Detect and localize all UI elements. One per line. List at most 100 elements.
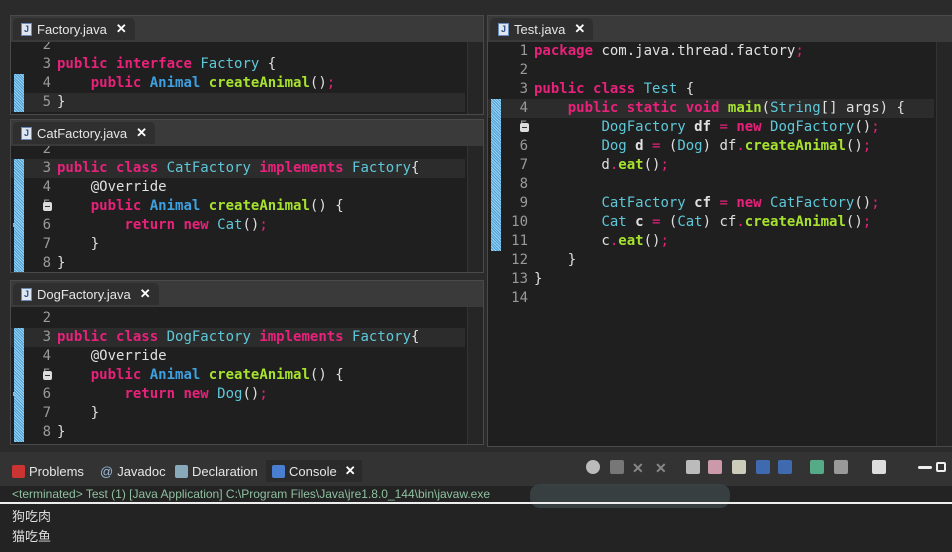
show-on-stderr-icon[interactable]	[778, 460, 792, 474]
code-line: 7 d.eat();	[488, 156, 934, 175]
code-token: ()	[643, 233, 661, 249]
code-token: CatFactory	[601, 195, 695, 211]
code-token: public	[534, 81, 594, 97]
code-token: Dog	[601, 138, 636, 154]
code-token: }	[534, 252, 577, 268]
vertical-scrollbar[interactable]	[936, 42, 952, 446]
line-number: 4	[42, 75, 51, 91]
code-token: .	[736, 214, 745, 230]
tab-test-java[interactable]: J Test.java ✕	[490, 18, 594, 40]
code-line: 5 DogFactory df = new DogFactory();	[488, 118, 934, 137]
code-token: CatFactory	[166, 160, 260, 176]
reload-icon[interactable]	[586, 460, 600, 474]
code-line: 7 }	[11, 235, 465, 254]
line-number: 14	[511, 290, 528, 306]
code-token: ) cf	[702, 214, 737, 230]
code-line: 5 public Animal createAnimal() {	[11, 366, 465, 385]
code-line: 8	[488, 175, 934, 194]
line-number: 3	[519, 81, 528, 97]
code-token: public	[57, 56, 117, 72]
maximize-icon[interactable]	[936, 462, 946, 472]
pin-console-icon[interactable]	[810, 460, 824, 474]
code-line: 8}	[11, 423, 465, 442]
close-icon[interactable]: ✕	[345, 463, 356, 479]
code-token: ;	[862, 138, 872, 154]
code-token: ()	[242, 217, 260, 233]
tab-dogfactory-java[interactable]: J DogFactory.java ✕	[13, 283, 159, 305]
tab-javadoc[interactable]: @ Javadoc	[100, 460, 166, 482]
code-text: Cat c = (Cat) cf.createAnimal();	[534, 213, 871, 232]
code-area[interactable]: 2 3 public class CatFactory implements Fac…	[11, 146, 483, 272]
new-console-icon[interactable]	[872, 460, 886, 474]
line-number: 7	[42, 236, 51, 252]
word-wrap-icon[interactable]	[732, 460, 746, 474]
console-icon	[272, 464, 285, 478]
close-icon[interactable]: ✕	[136, 125, 147, 141]
collapse-icon[interactable]	[43, 202, 52, 211]
code-token: public	[57, 160, 117, 176]
change-ruler	[14, 328, 24, 442]
code-token: Animal	[149, 198, 209, 214]
code-text: public Animal createAnimal() {	[57, 197, 344, 216]
redacted-area	[530, 484, 730, 508]
tab-factory-java[interactable]: J Factory.java ✕	[13, 18, 135, 40]
code-token: =	[652, 138, 669, 154]
code-token: ) df	[702, 138, 737, 154]
code-token: class	[593, 81, 644, 97]
close-icon[interactable]: ✕	[116, 21, 127, 37]
code-token: createAnimal	[208, 75, 310, 91]
close-icon[interactable]: ✕	[574, 21, 585, 37]
code-text: d.eat();	[534, 156, 668, 175]
line-number: 10	[511, 214, 528, 230]
code-token: Dog	[677, 138, 703, 154]
code-token: createAnimal	[744, 138, 846, 154]
line-number: 12	[511, 252, 528, 268]
remove-launch-icon[interactable]: ✕	[632, 460, 646, 476]
tab-label: Factory.java	[37, 21, 107, 37]
code-text: CatFactory cf = new CatFactory();	[534, 194, 879, 213]
code-token: ;	[862, 214, 872, 230]
clear-console-icon[interactable]	[686, 460, 700, 474]
show-on-stdout-icon[interactable]	[756, 460, 770, 474]
code-line: 13}	[488, 270, 934, 289]
code-text: public class DogFactory implements Facto…	[57, 328, 419, 347]
code-token: Factory	[352, 160, 412, 176]
code-token: ()	[309, 75, 327, 91]
close-icon[interactable]: ✕	[140, 286, 151, 302]
vertical-scrollbar[interactable]	[467, 146, 483, 272]
code-line: 10 Cat c = (Cat) cf.createAnimal();	[488, 213, 934, 232]
code-token: Dog	[217, 386, 243, 402]
collapse-icon[interactable]	[43, 371, 52, 380]
tab-declaration[interactable]: Declaration	[175, 460, 258, 482]
vertical-scrollbar[interactable]	[467, 307, 483, 444]
code-area[interactable]: 1 package com.java.thread.factory; 2 3 publi…	[488, 42, 952, 446]
editor-test: J Test.java ✕ 1 package com.java.thread.fac…	[487, 15, 952, 447]
code-line: 6 Dog d = (Dog) df.createAnimal();	[488, 137, 934, 156]
vertical-scrollbar[interactable]	[467, 42, 483, 114]
display-console-icon[interactable]	[834, 460, 848, 474]
minimize-icon[interactable]	[918, 466, 932, 469]
code-token: c	[635, 214, 653, 230]
remove-all-icon[interactable]: ✕	[655, 460, 669, 476]
tab-problems[interactable]: Problems	[12, 460, 84, 482]
line-number: 8	[42, 424, 51, 440]
collapse-icon[interactable]	[520, 123, 529, 132]
terminate-icon[interactable]	[610, 460, 624, 474]
code-text: }	[57, 404, 99, 423]
tab-label: CatFactory.java	[37, 125, 128, 141]
code-text: c.eat();	[534, 232, 668, 251]
code-token: main	[727, 100, 762, 116]
code-text: }	[57, 235, 99, 254]
line-number: 2	[42, 146, 51, 157]
tab-console[interactable]: Console ✕	[266, 460, 362, 482]
tab-catfactory-java[interactable]: J CatFactory.java ✕	[13, 122, 155, 144]
scroll-lock-icon[interactable]	[708, 460, 722, 474]
code-token: ()	[854, 195, 872, 211]
code-token: class	[116, 329, 167, 345]
code-area[interactable]: 2 3 public interface Factory {4 public Ani…	[11, 42, 483, 114]
code-token: Cat	[601, 214, 636, 230]
code-area[interactable]: 2 3 public class DogFactory implements Fac…	[11, 307, 483, 444]
